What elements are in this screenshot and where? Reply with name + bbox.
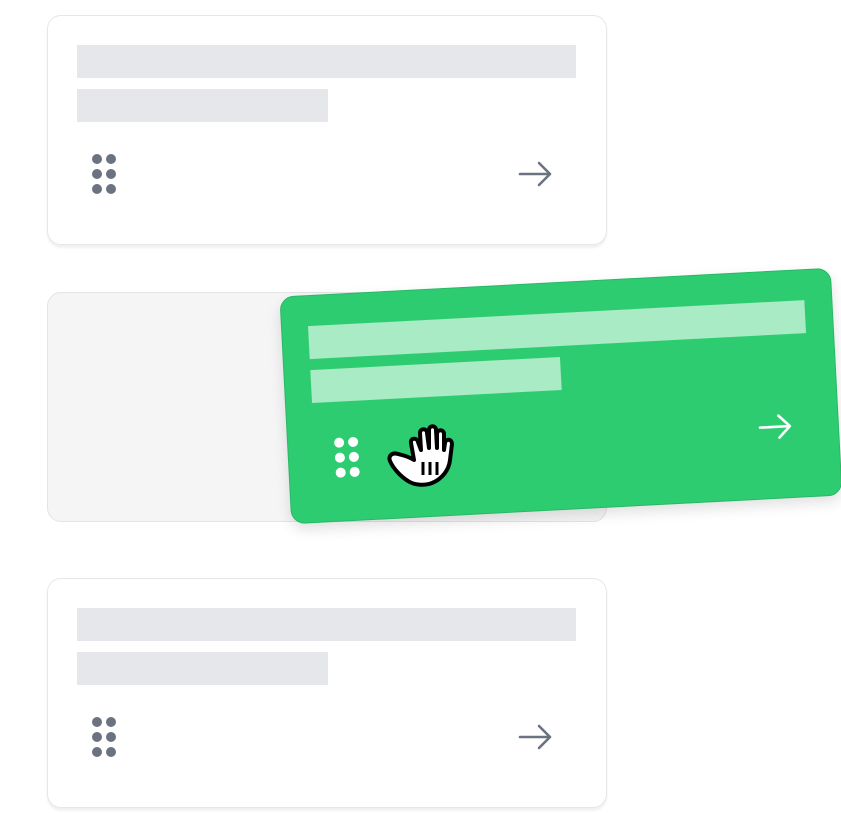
drag-handle-icon[interactable] bbox=[91, 716, 117, 758]
drag-handle-icon[interactable] bbox=[91, 153, 117, 195]
skeleton-title-line bbox=[307, 300, 807, 360]
arrow-right-icon[interactable] bbox=[518, 161, 554, 187]
card-1[interactable] bbox=[47, 15, 607, 245]
skeleton-title-line bbox=[77, 608, 576, 641]
grab-hand-cursor-icon bbox=[384, 420, 460, 490]
skeleton-title-line bbox=[77, 45, 576, 78]
skeleton-subtitle-line bbox=[310, 357, 562, 404]
card-2-dragging[interactable] bbox=[279, 267, 841, 525]
drag-handle-icon[interactable] bbox=[333, 436, 361, 479]
arrow-right-icon[interactable] bbox=[757, 413, 794, 441]
arrow-right-icon[interactable] bbox=[518, 724, 554, 750]
skeleton-subtitle-line bbox=[77, 89, 328, 122]
skeleton-subtitle-line bbox=[77, 652, 328, 685]
card-3[interactable] bbox=[47, 578, 607, 808]
